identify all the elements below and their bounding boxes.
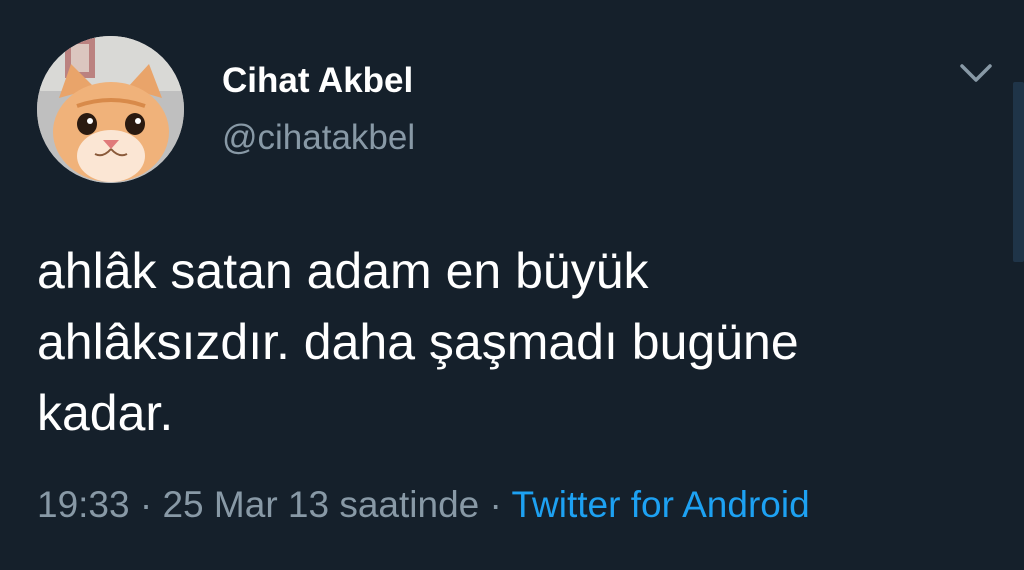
meta-separator: · xyxy=(479,484,512,525)
scrollbar[interactable] xyxy=(1013,82,1024,262)
handle[interactable]: @cihatakbel xyxy=(222,117,415,159)
source-link[interactable]: Twitter for Android xyxy=(511,484,809,525)
chevron-down-icon[interactable] xyxy=(958,60,994,86)
tweet-meta: 19:33 · 25 Mar 13 saatinde · Twitter for… xyxy=(37,482,810,528)
meta-separator: · xyxy=(129,484,163,525)
tweet-text: ahlâk satan adam en büyük ahlâksızdır. d… xyxy=(37,243,799,441)
cat-avatar-icon xyxy=(37,36,184,183)
display-name[interactable]: Cihat Akbel xyxy=(222,60,413,102)
tweet-date: 25 Mar 13 saatinde xyxy=(162,484,480,525)
avatar[interactable] xyxy=(37,36,184,183)
tweet-time: 19:33 xyxy=(37,484,130,525)
